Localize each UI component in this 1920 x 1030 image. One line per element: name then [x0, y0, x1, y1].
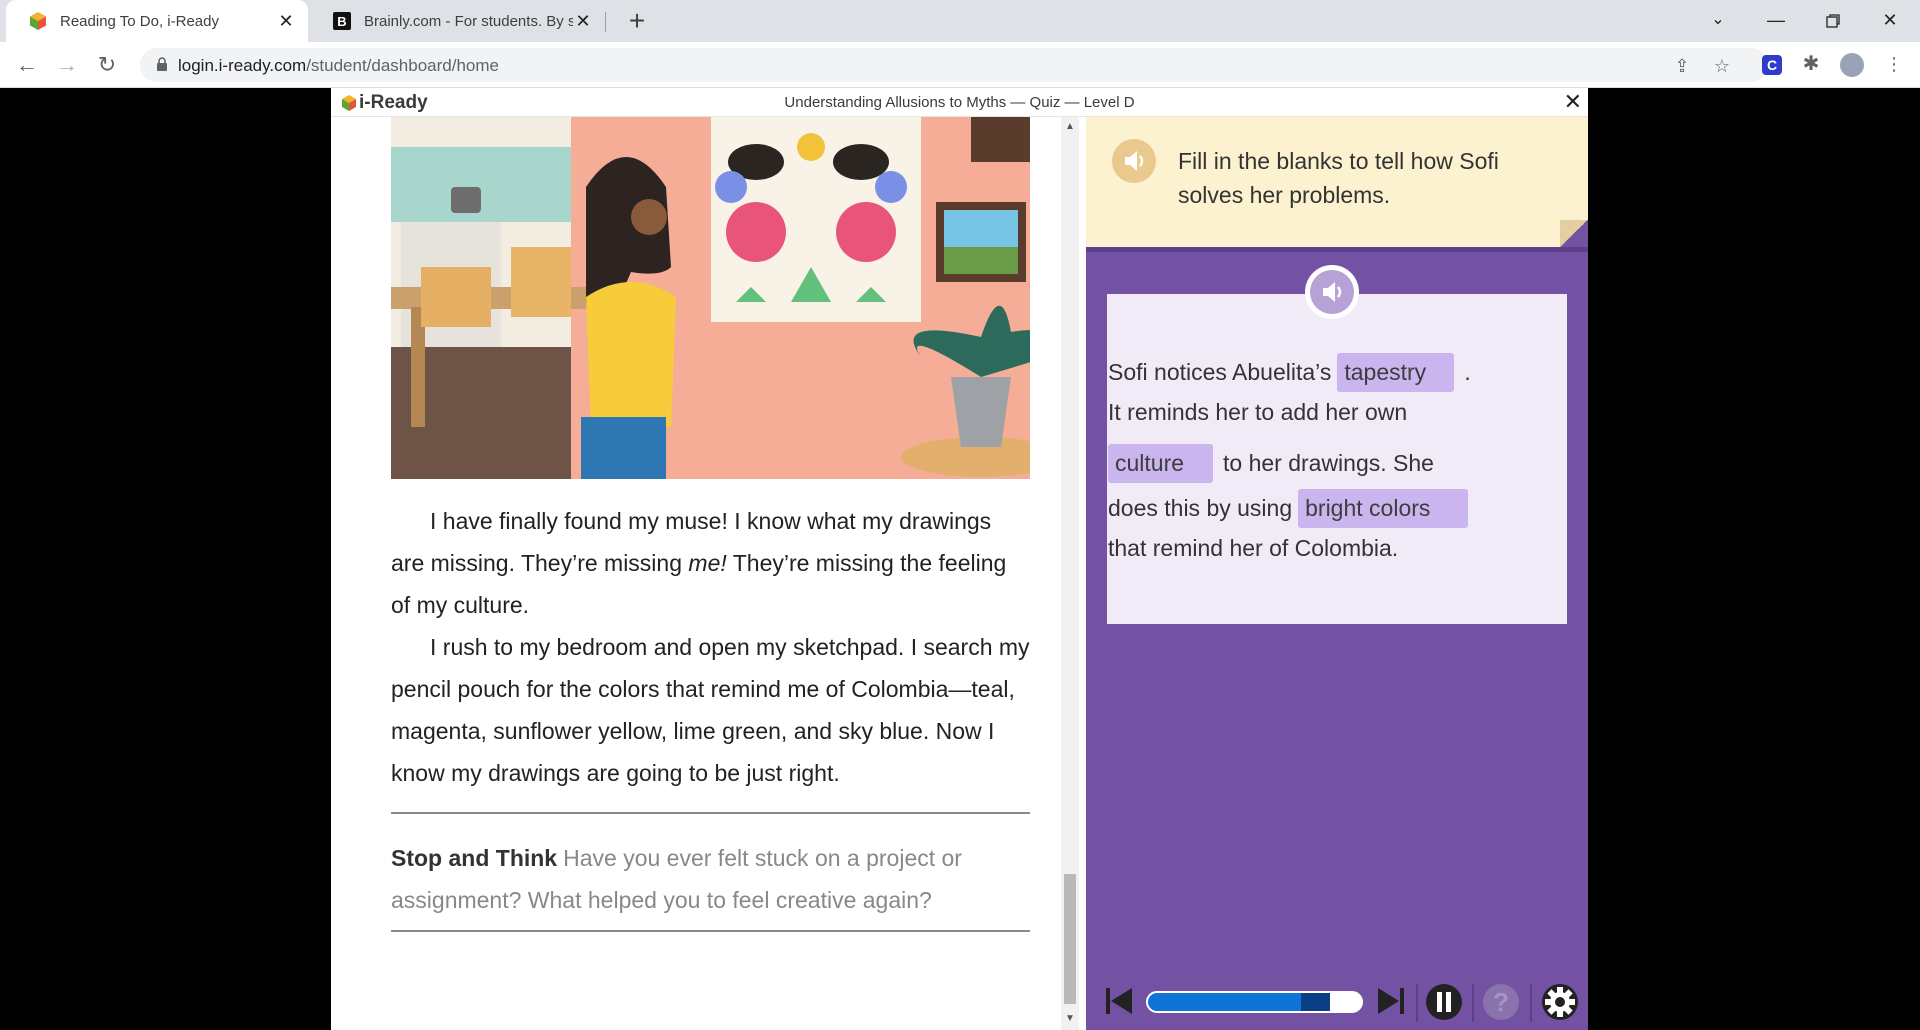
quiz-title: Understanding Allusions to Myths — Quiz … — [784, 94, 1135, 111]
scroll-up-icon[interactable]: ▲ — [1064, 121, 1076, 133]
iready-cube-icon — [30, 12, 46, 30]
lock-icon — [157, 57, 167, 71]
sentence-text: that remind her of Colombia. — [1108, 535, 1399, 561]
skip-back-icon[interactable] — [1104, 985, 1134, 1017]
address-bar[interactable]: login.i-ready.com/student/dashboard/home… — [140, 48, 1768, 82]
browser-toolbar: ← → ↻ login.i-ready.com/student/dashboar… — [0, 42, 1920, 88]
card-audio-button[interactable] — [1305, 265, 1359, 319]
control-divider — [1472, 984, 1474, 1022]
passage-emphasis: me! — [688, 550, 727, 576]
passage-text: I have finally found my muse! I know wha… — [391, 500, 1030, 794]
question-pane: Fill in the blanks to tell how Sofi solv… — [1086, 117, 1588, 1030]
share-icon[interactable]: ⇪ — [1672, 56, 1692, 76]
tab-title: Reading To Do, i-Ready — [60, 12, 219, 30]
tab-search-icon[interactable]: ⌄ — [1690, 0, 1746, 42]
blank-1[interactable]: tapestry — [1337, 353, 1455, 392]
tab-title: Brainly.com - For students. By stu — [364, 12, 573, 30]
speaker-icon — [1125, 151, 1144, 171]
control-divider — [1416, 984, 1418, 1022]
sentence-line-2: It reminds her to add her own — [1108, 399, 1407, 426]
menu-kebab-icon[interactable]: ⋮ — [1884, 54, 1904, 74]
control-divider — [1530, 984, 1532, 1022]
restore-icon[interactable] — [1805, 0, 1861, 42]
divider — [391, 812, 1030, 814]
sentence-line-1: Sofi notices Abuelita’s tapestry . — [1108, 353, 1471, 392]
sentence-text: to her drawings. She — [1223, 450, 1434, 476]
sentence-period: . — [1464, 359, 1471, 385]
scroll-thumb[interactable] — [1064, 874, 1076, 1004]
stop-and-think: Stop and Think Have you ever felt stuck o… — [391, 837, 1030, 921]
close-tab-icon[interactable]: ✕ — [573, 11, 593, 32]
help-icon[interactable]: ? — [1481, 982, 1521, 1022]
settings-gear-icon[interactable] — [1540, 982, 1580, 1022]
skip-forward-icon[interactable] — [1376, 985, 1406, 1017]
prompt-text: Fill in the blanks to tell how Sofi solv… — [1178, 148, 1499, 208]
new-tab-icon[interactable]: + — [622, 6, 652, 36]
close-window-icon[interactable]: ✕ — [1862, 0, 1918, 42]
svg-text:C: C — [1767, 57, 1777, 73]
sentence-text: does this by using — [1108, 495, 1293, 521]
reload-icon[interactable]: ↻ — [92, 50, 122, 80]
extension-c-icon[interactable]: C — [1760, 53, 1784, 77]
prompt-audio-button[interactable] — [1112, 139, 1156, 183]
tab-brainly[interactable]: B Brainly.com - For students. By stu ✕ — [310, 0, 605, 42]
brainly-b-icon: B — [333, 12, 351, 30]
forward-icon[interactable]: → — [52, 50, 82, 80]
passage-paragraph: I rush to my bedroom and open my sketchp… — [391, 634, 1030, 786]
progress-bar[interactable] — [1146, 991, 1363, 1013]
tab-divider — [605, 12, 606, 32]
speaker-icon — [1323, 282, 1342, 302]
back-icon[interactable]: ← — [12, 50, 42, 80]
stop-and-think-label: Stop and Think — [391, 845, 558, 871]
url-text: login.i-ready.com/student/dashboard/home — [178, 56, 499, 75]
question-prompt: Fill in the blanks to tell how Sofi solv… — [1086, 117, 1588, 247]
sentence-text: It reminds her to add her own — [1108, 399, 1408, 425]
svg-text:?: ? — [1493, 987, 1509, 1017]
passage-paragraph: I have finally found my muse! I know wha… — [391, 500, 1030, 626]
reading-scrollbar[interactable]: ▲ ▼ — [1061, 117, 1079, 1030]
close-tab-icon[interactable]: ✕ — [276, 11, 296, 32]
story-illustration — [391, 117, 1030, 479]
sentence-line-5: that remind her of Colombia. — [1108, 535, 1398, 562]
blank-2[interactable]: culture — [1108, 444, 1213, 483]
divider — [391, 930, 1030, 932]
progress-fill — [1148, 993, 1301, 1011]
scroll-down-icon[interactable]: ▼ — [1064, 1013, 1076, 1025]
tab-iready[interactable]: Reading To Do, i-Ready ✕ — [6, 0, 308, 42]
prompt-shadow — [1086, 247, 1588, 252]
progress-marker — [1301, 993, 1330, 1011]
svg-text:B: B — [337, 14, 346, 29]
profile-avatar[interactable] — [1840, 53, 1864, 77]
minimize-icon[interactable]: — — [1748, 0, 1804, 42]
close-lesson-icon[interactable]: ✕ — [1564, 90, 1582, 114]
reading-pane: I have finally found my muse! I know wha… — [331, 117, 1061, 1030]
sentence-line-3: culture to her drawings. She — [1108, 444, 1434, 483]
sentence-line-4: does this by using bright colors — [1108, 489, 1469, 528]
pause-icon[interactable] — [1424, 982, 1464, 1022]
extensions-puzzle-icon[interactable]: ✱ — [1801, 54, 1821, 74]
browser-tab-bar: Reading To Do, i-Ready ✕ B Brainly.com -… — [0, 0, 1920, 42]
app-header: i-Ready Understanding Allusions to Myths… — [331, 88, 1588, 117]
blank-3[interactable]: bright colors — [1298, 489, 1469, 528]
player-controls: ? — [1086, 972, 1588, 1030]
bookmark-star-icon[interactable]: ☆ — [1712, 56, 1732, 76]
page-fold — [1560, 220, 1588, 247]
iready-app: i-Ready Understanding Allusions to Myths… — [331, 88, 1588, 1030]
sentence-text: Sofi notices Abuelita’s — [1108, 359, 1332, 385]
